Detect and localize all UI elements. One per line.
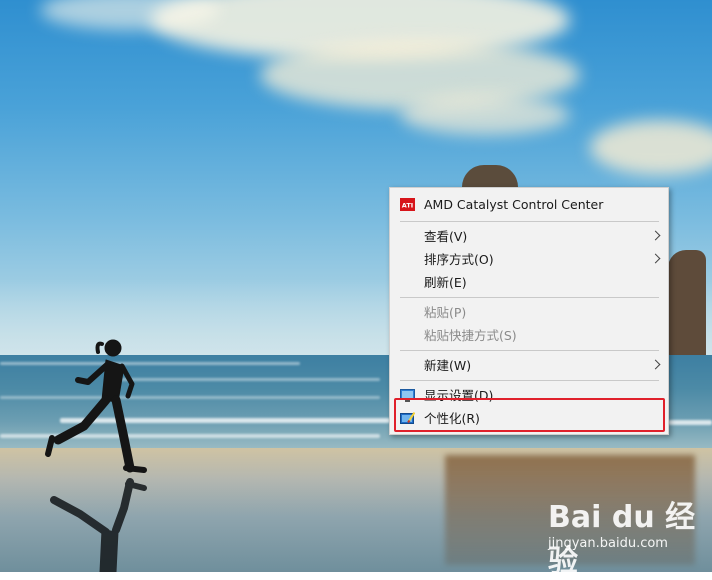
menu-item-amd-catalyst[interactable]: ATI AMD Catalyst Control Center (390, 191, 668, 218)
menu-item-refresh[interactable]: 刷新(E) (390, 271, 668, 294)
menu-item-label: 排序方式(O) (424, 252, 494, 267)
menu-item-label: 粘贴快捷方式(S) (424, 328, 517, 343)
menu-item-label: 粘贴(P) (424, 305, 467, 320)
menu-item-label: 新建(W) (424, 358, 472, 373)
menu-item-label: AMD Catalyst Control Center (424, 197, 604, 212)
menu-separator (400, 297, 659, 298)
menu-separator (400, 221, 659, 222)
svg-text:ATI: ATI (402, 202, 413, 210)
highlight-box (394, 398, 665, 432)
chevron-right-icon (650, 230, 661, 241)
runner-silhouette (45, 339, 147, 473)
wave (668, 420, 712, 425)
menu-item-paste: 粘贴(P) (390, 301, 668, 324)
baidu-jingyan-watermark: Bai du 经验 jingyan.baidu.com (548, 492, 708, 579)
menu-separator (400, 380, 659, 381)
amd-ati-icon: ATI (400, 198, 415, 211)
menu-item-label: 查看(V) (424, 229, 468, 244)
menu-item-new[interactable]: 新建(W) (390, 354, 668, 377)
menu-item-label: 刷新(E) (424, 275, 467, 290)
menu-item-paste-shortcut: 粘贴快捷方式(S) (390, 324, 668, 347)
menu-item-sort-by[interactable]: 排序方式(O) (390, 248, 668, 271)
runner-reflection (50, 478, 147, 572)
chevron-right-icon (650, 359, 661, 370)
rock-formation (668, 250, 706, 360)
menu-item-view[interactable]: 查看(V) (390, 225, 668, 248)
watermark-url: jingyan.baidu.com (548, 536, 668, 551)
menu-separator (400, 350, 659, 351)
chevron-right-icon (650, 253, 661, 264)
cloud (400, 95, 570, 135)
